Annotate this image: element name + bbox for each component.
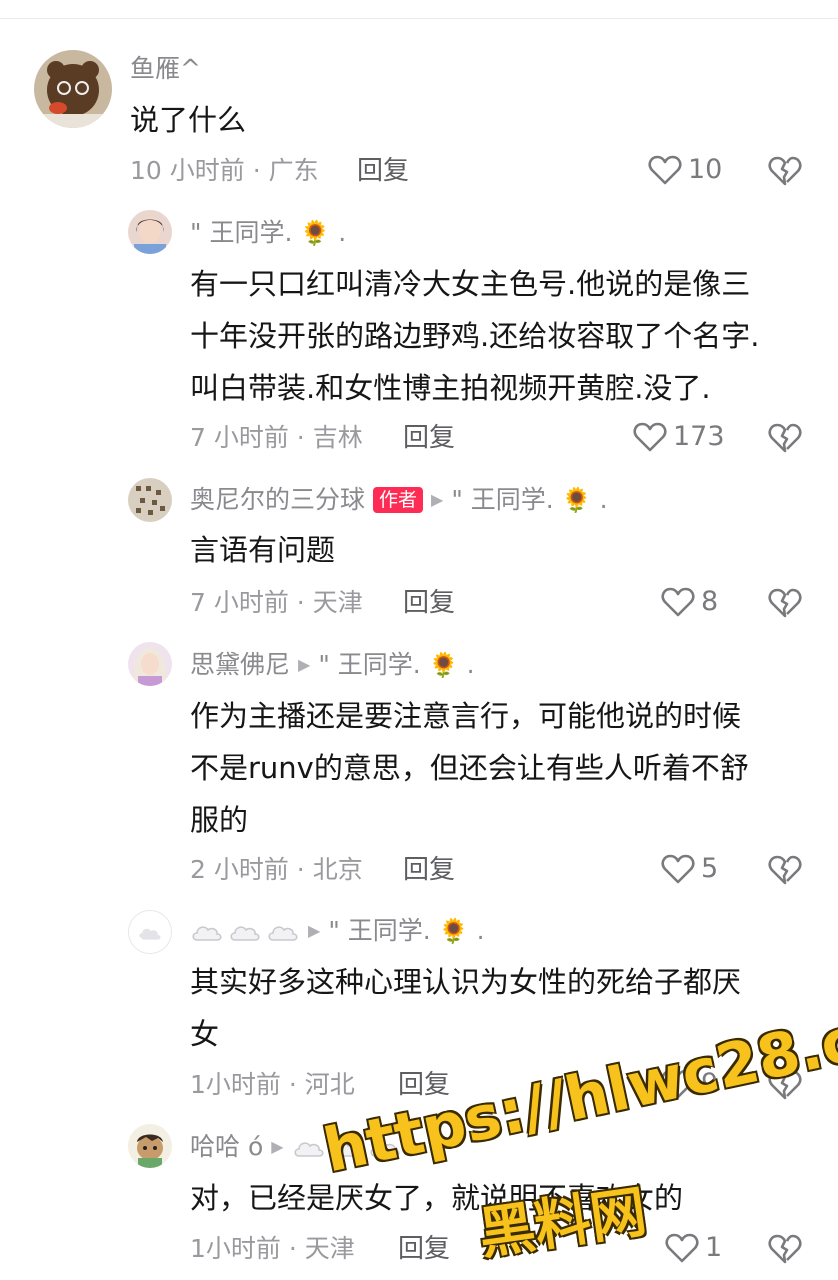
heart-outline-icon bbox=[648, 155, 682, 185]
broken-heart-icon bbox=[768, 1233, 802, 1265]
dislike-button[interactable] bbox=[768, 854, 802, 886]
broken-heart-icon bbox=[768, 1069, 802, 1101]
top-divider bbox=[0, 18, 838, 19]
sunflower-emoji: 🌻 bbox=[300, 219, 331, 247]
comment-time-location: 1小时前 · 河北 bbox=[190, 1070, 355, 1099]
sunflower-emoji: 🌻 bbox=[561, 486, 592, 514]
broken-heart-icon bbox=[768, 854, 802, 886]
broken-heart-icon bbox=[768, 155, 802, 187]
heart-outline-icon bbox=[665, 1233, 699, 1263]
dislike-button[interactable] bbox=[768, 587, 802, 619]
avatar[interactable] bbox=[128, 210, 172, 254]
cloud-icon bbox=[228, 920, 262, 942]
like-button[interactable]: 1 bbox=[665, 1233, 722, 1263]
comment-author[interactable]: 哈哈 ό ▶ bbox=[190, 1132, 402, 1162]
like-button[interactable]: 5 bbox=[661, 854, 718, 884]
broken-heart-icon bbox=[768, 587, 802, 619]
reply-arrow-icon: ▶ bbox=[271, 1137, 284, 1156]
avatar[interactable] bbox=[128, 642, 172, 686]
reply-button[interactable]: 回复 bbox=[398, 1234, 450, 1264]
reply-to-cloud-emojis bbox=[292, 1136, 402, 1158]
like-count: 9 bbox=[701, 1068, 719, 1099]
reply-button[interactable]: 回复 bbox=[357, 156, 409, 186]
comment-text: 言语有问题 bbox=[190, 533, 336, 567]
like-count: 5 bbox=[701, 853, 719, 884]
broken-heart-icon bbox=[768, 422, 802, 454]
avatar[interactable] bbox=[128, 478, 172, 522]
author-badge: 作者 bbox=[373, 487, 424, 513]
comment-text: 对，已经是厌女了，就说明不喜欢女的 bbox=[190, 1181, 684, 1215]
heart-outline-icon bbox=[661, 1069, 695, 1099]
dislike-button[interactable] bbox=[768, 422, 802, 454]
cloud-icon bbox=[266, 920, 300, 942]
comment-time-location: 1小时前 · 天津 bbox=[190, 1234, 355, 1263]
heart-outline-icon bbox=[661, 854, 695, 884]
dislike-button[interactable] bbox=[768, 1233, 802, 1265]
reply-button[interactable]: 回复 bbox=[403, 855, 455, 885]
sunflower-emoji: 🌻 bbox=[428, 651, 459, 679]
comment-author[interactable]: " 王同学. 🌻 . bbox=[190, 218, 346, 248]
cloud-icon bbox=[368, 1136, 402, 1158]
reply-to-name: " 王同学. bbox=[451, 485, 554, 514]
dislike-button[interactable] bbox=[768, 1069, 802, 1101]
reply-to-name: " 王同学. bbox=[318, 650, 421, 679]
comment-time-location: 10 小时前 · 广东 bbox=[130, 156, 319, 185]
comment-text: 作为主播还是要注意言行，可能他说的时候 不是runv的意思，但还会让有些人听着不… bbox=[190, 699, 749, 837]
like-count: 173 bbox=[673, 421, 725, 452]
cloud-icon bbox=[190, 920, 224, 942]
cloud-icon bbox=[292, 1136, 326, 1158]
comment-text: 说了什么 bbox=[130, 103, 247, 137]
reply-to-name: " 王同学. bbox=[328, 916, 431, 945]
reply-button[interactable]: 回复 bbox=[398, 1070, 450, 1100]
sunflower-emoji: 🌻 bbox=[438, 917, 469, 945]
like-button[interactable]: 8 bbox=[661, 587, 718, 617]
like-button[interactable]: 9 bbox=[661, 1069, 718, 1099]
author-cloud-emojis bbox=[190, 920, 300, 942]
comment-time-location: 7 小时前 · 吉林 bbox=[190, 423, 363, 452]
like-count: 8 bbox=[701, 586, 719, 617]
heart-outline-icon bbox=[633, 422, 667, 452]
reply-button[interactable]: 回复 bbox=[403, 423, 455, 453]
reply-arrow-icon: ▶ bbox=[308, 921, 321, 940]
reply-arrow-icon: ▶ bbox=[431, 490, 444, 509]
reply-arrow-icon: ▶ bbox=[298, 655, 311, 674]
avatar[interactable] bbox=[128, 910, 172, 954]
like-count: 1 bbox=[705, 1232, 723, 1263]
like-count: 10 bbox=[688, 154, 723, 185]
comment-text: 其实好多这种心理认识为女性的死给子都厌 女 bbox=[190, 965, 742, 1051]
like-button[interactable]: 173 bbox=[633, 422, 725, 452]
reply-button[interactable]: 回复 bbox=[403, 588, 455, 618]
comment-author[interactable]: 奥尼尔的三分球 作者 ▶ " 王同学. 🌻 . bbox=[190, 485, 608, 515]
comment-author[interactable]: ▶ " 王同学. 🌻 . bbox=[190, 916, 485, 946]
like-button[interactable]: 10 bbox=[648, 155, 722, 185]
comment-time-location: 2 小时前 · 北京 bbox=[190, 855, 363, 884]
heart-outline-icon bbox=[661, 587, 695, 617]
dislike-button[interactable] bbox=[768, 155, 802, 187]
comment-text: 有一只口红叫清冷大女主色号.他说的是像三 十年没开张的路边野鸡.还给妆容取了个名… bbox=[190, 267, 760, 405]
comment-author[interactable]: 思黛佛尼 ▶ " 王同学. 🌻 . bbox=[190, 650, 475, 680]
avatar[interactable] bbox=[128, 1124, 172, 1168]
comment-time-location: 7 小时前 · 天津 bbox=[190, 588, 363, 617]
comment-author[interactable]: 鱼雁^ bbox=[130, 54, 201, 84]
avatar[interactable] bbox=[34, 50, 112, 128]
cloud-icon bbox=[330, 1136, 364, 1158]
